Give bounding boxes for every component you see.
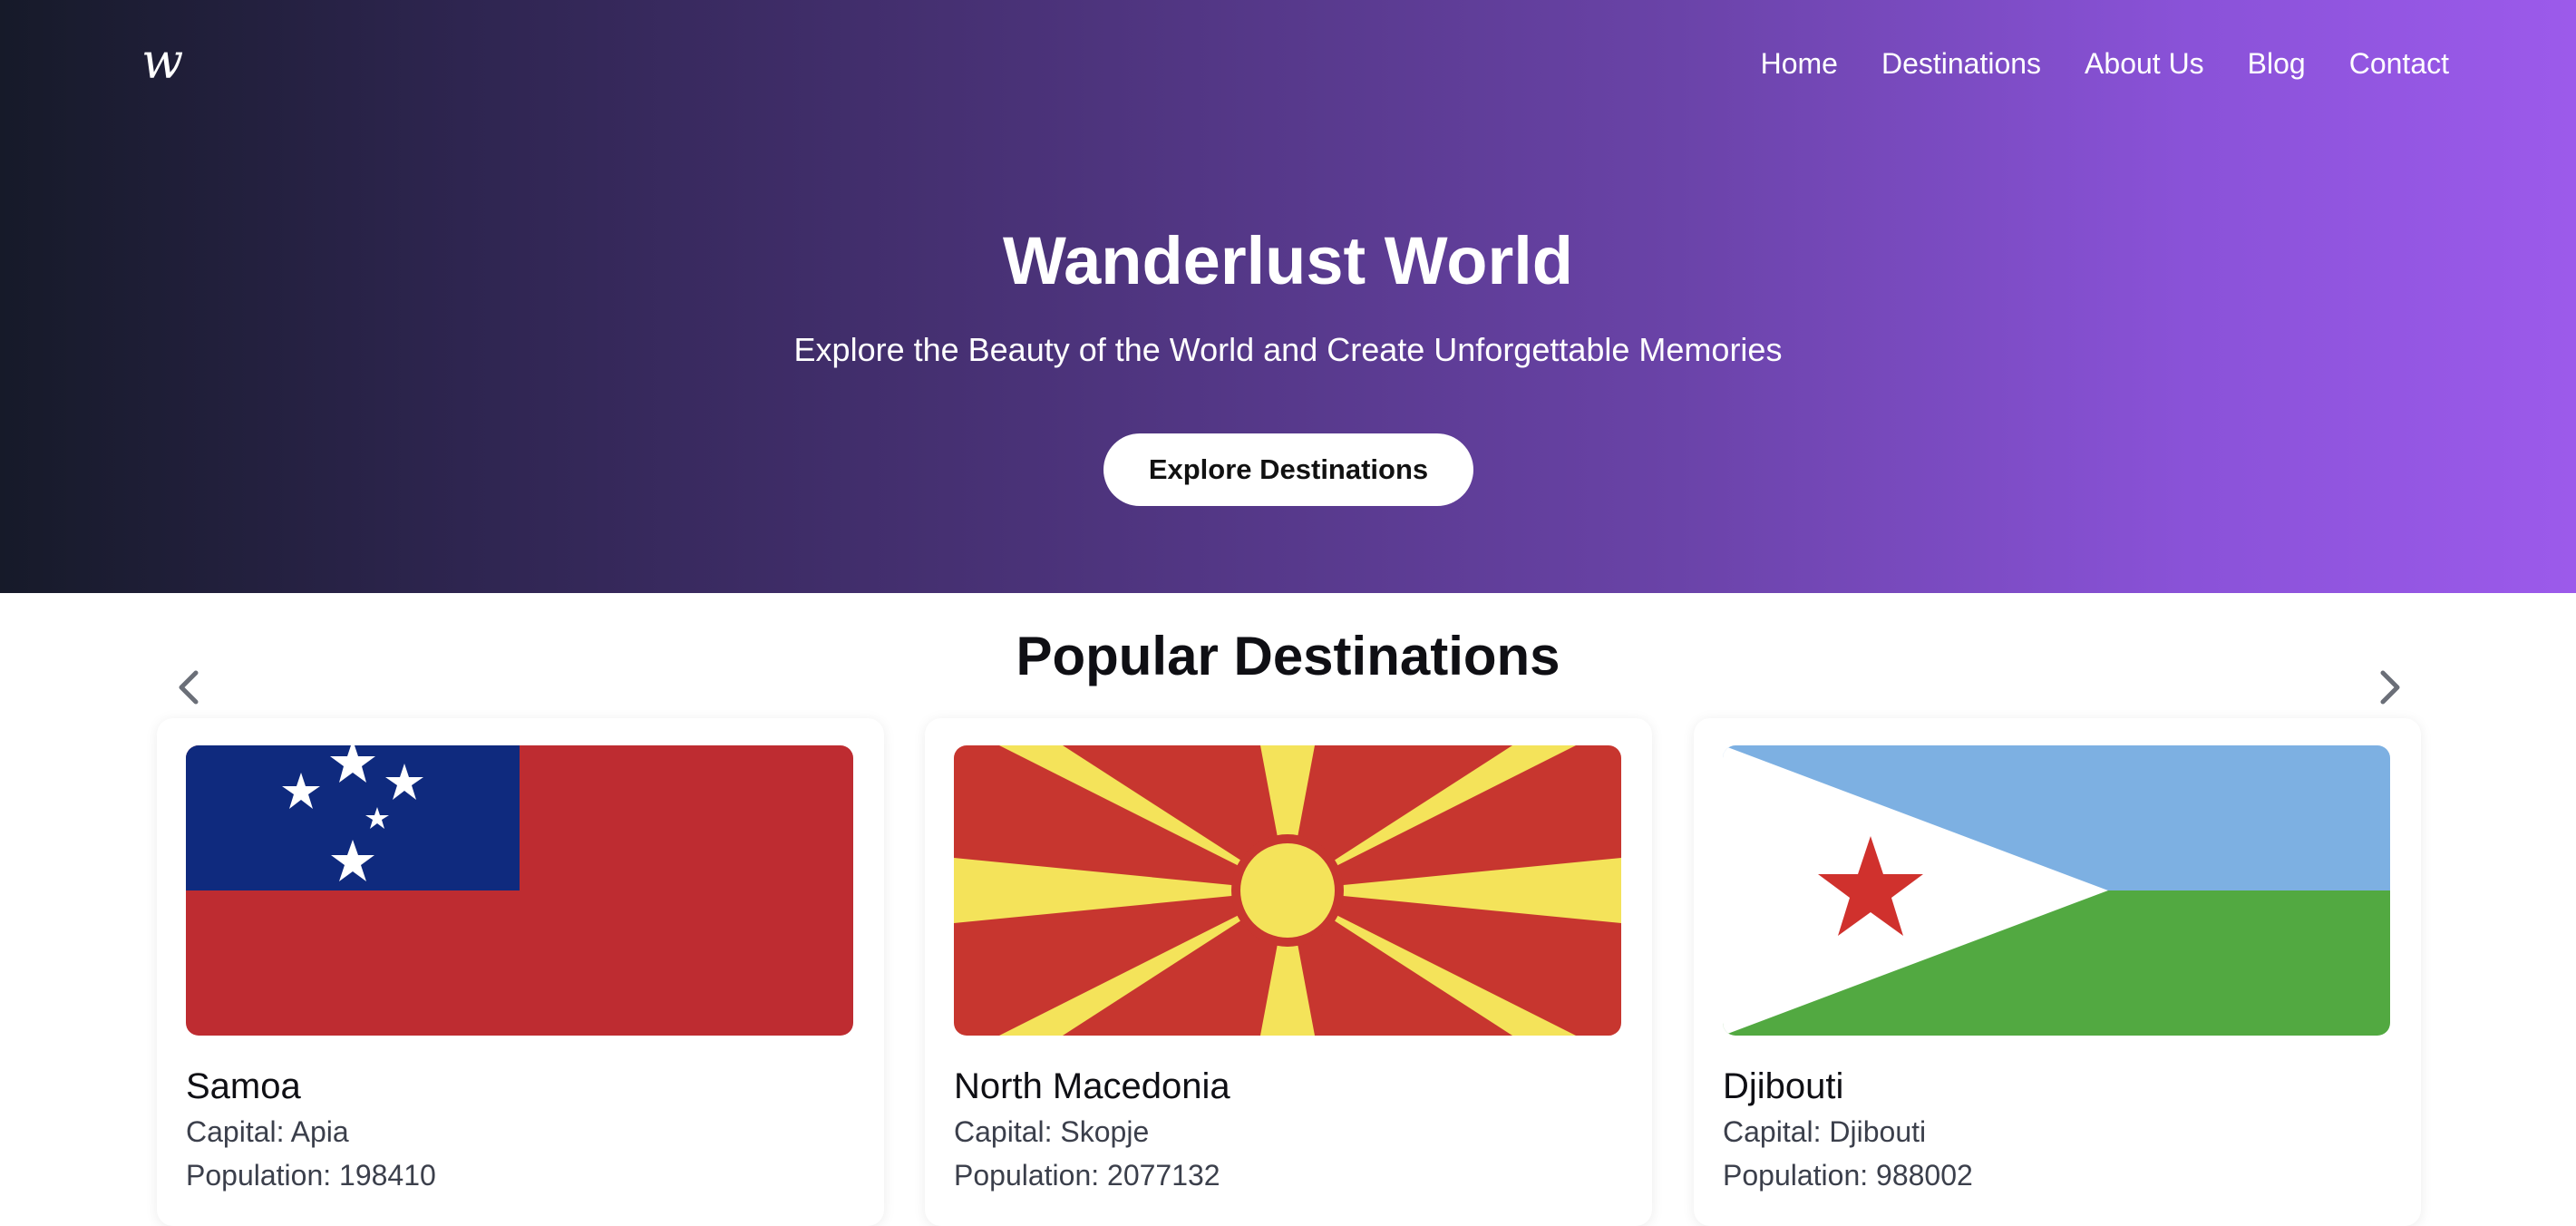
destination-capital: Capital: Skopje xyxy=(954,1115,1150,1148)
destination-card-samoa[interactable]: Samoa Capital: Apia Population: 198410 xyxy=(157,718,884,1226)
destination-population: Population: 198410 xyxy=(186,1159,436,1192)
samoa-flag xyxy=(186,745,853,1036)
destination-card-djibouti[interactable]: Djibouti Capital: Djibouti Population: 9… xyxy=(1694,718,2421,1226)
destination-name: Samoa xyxy=(186,1066,301,1106)
carousel-prev-button[interactable] xyxy=(167,666,210,709)
nav-blog[interactable]: Blog xyxy=(2248,44,2306,83)
nav-destinations[interactable]: Destinations xyxy=(1881,44,2041,83)
destination-population: Population: 2077132 xyxy=(954,1159,1220,1192)
main-nav: Home Destinations About Us Blog Contact xyxy=(1761,44,2449,83)
carousel-next-button[interactable] xyxy=(2368,666,2412,709)
chevron-left-icon xyxy=(179,670,199,705)
site-logo[interactable]: w xyxy=(141,33,183,91)
nav-about-us[interactable]: About Us xyxy=(2085,44,2204,83)
destination-name: Djibouti xyxy=(1723,1066,1844,1106)
section-title: Popular Destinations xyxy=(1016,626,1560,686)
nav-home[interactable]: Home xyxy=(1761,44,1838,83)
hero-banner: w Home Destinations About Us Blog Contac… xyxy=(0,0,2576,593)
chevron-right-icon xyxy=(2380,670,2400,705)
destination-capital: Capital: Apia xyxy=(186,1115,349,1148)
destination-card-north-macedonia[interactable]: North Macedonia Capital: Skopje Populati… xyxy=(925,718,1652,1226)
destination-population: Population: 988002 xyxy=(1723,1159,1973,1192)
hero-subtitle: Explore the Beauty of the World and Crea… xyxy=(793,331,1783,368)
explore-destinations-button[interactable]: Explore Destinations xyxy=(1103,433,1473,506)
destination-capital: Capital: Djibouti xyxy=(1723,1115,1927,1148)
djibouti-flag xyxy=(1723,745,2390,1036)
nav-contact[interactable]: Contact xyxy=(2349,44,2449,83)
north-macedonia-flag xyxy=(954,745,1621,1036)
hero-title: Wanderlust World xyxy=(1003,223,1573,298)
destination-name: North Macedonia xyxy=(954,1066,1230,1106)
